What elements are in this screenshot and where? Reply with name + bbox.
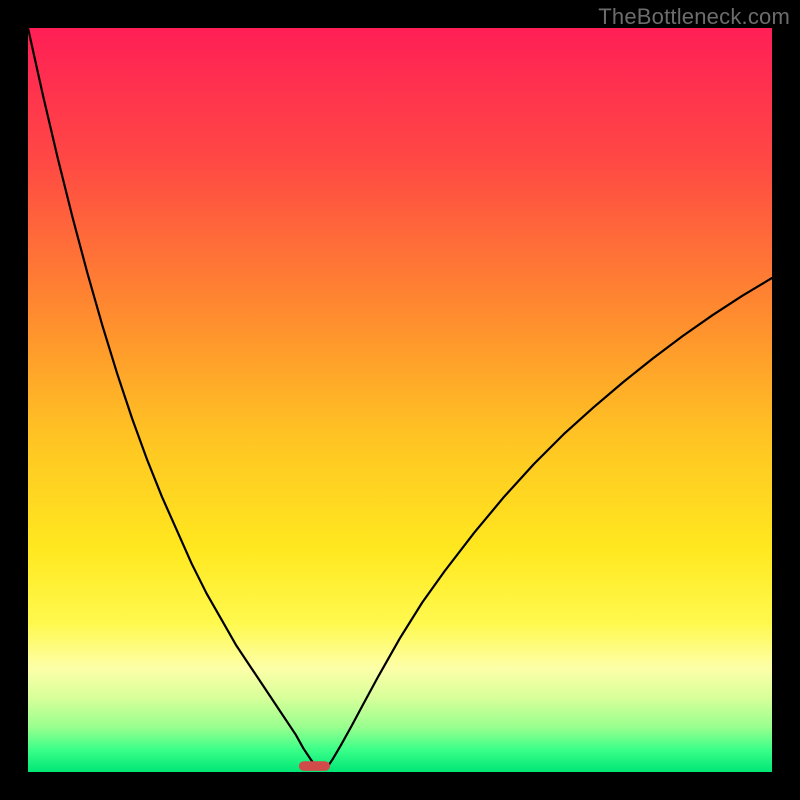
- chart-frame: TheBottleneck.com: [0, 0, 800, 800]
- chart-svg: [28, 28, 772, 772]
- plot-area: [28, 28, 772, 772]
- gradient-background: [28, 28, 772, 772]
- watermark-text: TheBottleneck.com: [598, 4, 790, 30]
- target-marker: [299, 761, 330, 771]
